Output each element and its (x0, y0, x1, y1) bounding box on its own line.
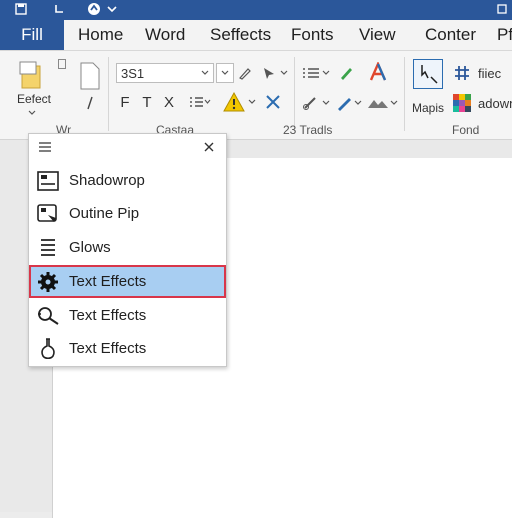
flask-icon (36, 337, 60, 361)
menu-item-label: Text Effects (69, 273, 147, 290)
ribbon-tab-bar: Fill Home Word Seffects Fonts View Conte… (0, 20, 512, 51)
effect-large-icon[interactable] (18, 59, 46, 91)
mountain-icon[interactable] (366, 95, 390, 111)
pen-icon[interactable] (236, 63, 254, 83)
menu-item-label: Text Effects (69, 307, 147, 324)
font-size-value: 3S1 (121, 65, 145, 81)
color-grid-icon[interactable] (452, 93, 472, 113)
font-size-chevron-icon[interactable] (200, 67, 210, 79)
pointer-icon[interactable] (260, 63, 278, 83)
window-icon[interactable] (496, 2, 508, 16)
cross-tool-icon[interactable] (263, 93, 283, 111)
undo-icon[interactable] (52, 2, 66, 16)
tab-file[interactable]: Fill (0, 20, 64, 50)
pointer-chevron-icon[interactable] (280, 67, 288, 79)
tab-seffects[interactable]: Seffects (210, 20, 271, 50)
shadow-box-icon (36, 169, 60, 193)
gear-icon (36, 270, 60, 294)
link-chevron-icon[interactable] (322, 97, 330, 109)
menu-list-icon[interactable] (38, 141, 54, 155)
font-button-f[interactable]: F (118, 93, 132, 111)
tab-pf[interactable]: Pf (497, 20, 512, 50)
warning-icon[interactable] (222, 91, 246, 113)
small-doc-icon[interactable] (57, 59, 67, 69)
font-button-t[interactable]: T (140, 93, 154, 111)
warning-chevron-icon[interactable] (248, 97, 256, 107)
group-label-fond: Fond (452, 123, 480, 137)
text-effects-menu: Shadowrop Outine Pip Glows Text Effects … (28, 133, 227, 367)
save-icon[interactable] (14, 2, 28, 16)
bullets-chevron-icon[interactable] (322, 67, 330, 79)
tab-word[interactable]: Word (145, 20, 185, 50)
magnifier-icon (36, 304, 60, 328)
menu-item-shadow[interactable]: Shadowrop (29, 164, 226, 197)
menu-item-label: Shadowrop (69, 172, 145, 189)
menu-close-icon[interactable] (201, 139, 217, 155)
fiiec-label[interactable]: fiiec (478, 63, 508, 83)
marker-icon[interactable] (334, 93, 356, 113)
highlighter-icon[interactable] (336, 63, 356, 83)
title-bar (0, 0, 512, 20)
tab-fonts[interactable]: Fonts (291, 20, 334, 50)
menu-item-text-effects-flask[interactable]: Text Effects (29, 332, 226, 365)
menu-item-label: Outine Pip (69, 205, 140, 222)
glow-lines-icon (36, 236, 60, 260)
effect-chevron-icon[interactable] (26, 108, 38, 118)
mapis-large-icon[interactable] (413, 59, 443, 89)
effect-label[interactable]: Eefect (14, 91, 54, 107)
customize-chevron-icon[interactable] (106, 2, 118, 16)
hash-grid-icon[interactable] (452, 63, 472, 83)
italic-slash-icon[interactable] (82, 95, 98, 111)
tab-view[interactable]: View (359, 20, 396, 50)
marker-chevron-icon[interactable] (354, 97, 362, 109)
mapis-label[interactable]: Mapis (408, 101, 448, 115)
tab-conter[interactable]: Conter (425, 20, 476, 50)
font-spinner-icon[interactable] (216, 63, 234, 83)
link-icon[interactable] (300, 93, 322, 113)
menu-item-outline[interactable]: Outine Pip (29, 197, 226, 230)
menu-item-label: Glows (69, 239, 111, 256)
bullets-icon[interactable] (300, 63, 322, 83)
list-dropdown-icon[interactable] (188, 93, 212, 111)
font-button-x[interactable]: X (162, 93, 176, 111)
redo-icon[interactable] (86, 2, 102, 16)
menu-item-glows[interactable]: Glows (29, 231, 226, 264)
outline-box-icon (36, 202, 60, 226)
tab-home[interactable]: Home (78, 20, 123, 50)
adown-label[interactable]: adown (478, 93, 512, 113)
font-color-a-icon[interactable] (366, 61, 390, 83)
mountain-chevron-icon[interactable] (390, 97, 398, 109)
menu-item-label: Text Effects (69, 340, 147, 357)
new-page-icon[interactable] (78, 61, 102, 91)
ribbon: Eefect 3S1 F T X Mapis fiiec adow Wr Cas… (0, 51, 512, 140)
menu-item-text-effects-selected[interactable]: Text Effects (29, 265, 226, 298)
menu-item-text-effects-search[interactable]: Text Effects (29, 299, 226, 332)
group-label-tradls: 23 Tradls (283, 123, 333, 137)
